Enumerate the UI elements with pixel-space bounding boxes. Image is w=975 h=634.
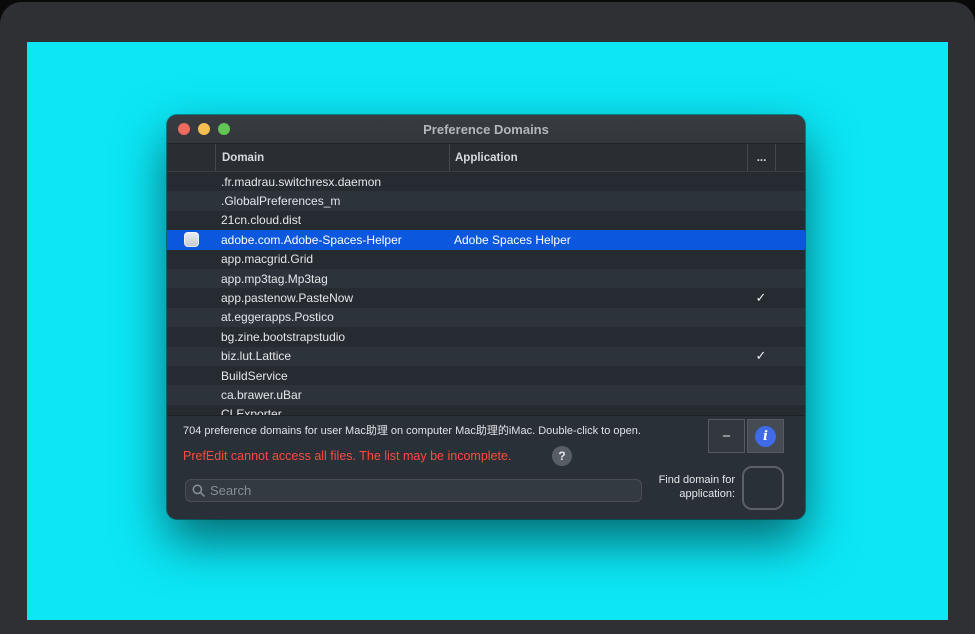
row-icon-cell [167, 407, 215, 415]
table-row[interactable]: bg.zine.bootstrapstudio [167, 327, 805, 346]
info-icon: i [755, 426, 776, 447]
domain-cell: app.pastenow.PasteNow [215, 291, 449, 305]
domain-cell: ca.brawer.uBar [215, 388, 449, 402]
row-icon-cell [167, 291, 215, 306]
domain-cell: .fr.madrau.switchresx.daemon [215, 175, 449, 189]
window-title: Preference Domains [423, 122, 549, 137]
find-domain-label-line2: application: [639, 487, 735, 501]
application-drop-well[interactable] [742, 466, 784, 510]
table-row[interactable]: ca.brawer.uBar [167, 385, 805, 404]
screen: Preference Domains Domain Application ..… [0, 0, 975, 634]
find-domain-label-line1: Find domain for [639, 473, 735, 487]
zoom-button[interactable] [218, 123, 230, 135]
checkmark-icon: ✓ [747, 290, 775, 306]
row-icon-cell [167, 174, 215, 189]
table-row[interactable]: adobe.com.Adobe-Spaces-Helper Adobe Spac… [167, 230, 805, 249]
help-button[interactable]: ? [552, 446, 572, 466]
row-icon-cell [167, 329, 215, 344]
table-row[interactable]: app.macgrid.Grid [167, 250, 805, 269]
table-row[interactable]: app.mp3tag.Mp3tag [167, 269, 805, 288]
bottom-panel: 704 preference domains for user Mac助理 on… [167, 415, 805, 519]
table-row[interactable]: CLExporter [167, 405, 805, 415]
table-row[interactable]: biz.lut.Lattice ✓ [167, 347, 805, 366]
row-icon-cell [167, 271, 215, 286]
status-text: 704 preference domains for user Mac助理 on… [183, 422, 641, 438]
row-icon-cell [167, 368, 215, 383]
row-icon-cell [167, 349, 215, 364]
column-header-application[interactable]: Application [449, 144, 747, 171]
table-row[interactable]: 21cn.cloud.dist [167, 211, 805, 230]
domain-cell: at.eggerapps.Postico [215, 310, 449, 324]
row-icon-cell [167, 213, 215, 228]
minimize-button[interactable] [198, 123, 210, 135]
close-button[interactable] [178, 123, 190, 135]
domain-cell: adobe.com.Adobe-Spaces-Helper [215, 233, 449, 247]
row-icon-cell [167, 310, 215, 325]
remove-button[interactable]: − [708, 419, 745, 453]
minus-icon: − [722, 429, 731, 444]
domain-list: .fr.madrau.switchresx.daemon .GlobalPref… [167, 172, 805, 415]
domain-cell: biz.lut.Lattice [215, 349, 449, 363]
column-header-end [775, 144, 805, 171]
domain-cell: CLExporter [215, 407, 449, 415]
row-icon-cell [167, 194, 215, 209]
error-message: PrefEdit cannot access all files. The li… [183, 449, 511, 463]
domain-cell: BuildService [215, 369, 449, 383]
segmented-buttons: − i [708, 419, 784, 453]
table-row[interactable]: .GlobalPreferences_m [167, 191, 805, 210]
column-header-more[interactable]: ... [747, 144, 775, 171]
table-row[interactable]: app.pastenow.PasteNow ✓ [167, 288, 805, 307]
table-row[interactable]: BuildService [167, 366, 805, 385]
table-header: Domain Application ... [167, 144, 805, 172]
table-row[interactable]: .fr.madrau.switchresx.daemon [167, 172, 805, 191]
title-bar[interactable]: Preference Domains [167, 115, 805, 144]
traffic-lights [178, 123, 230, 135]
table-row[interactable]: at.eggerapps.Postico [167, 308, 805, 327]
checkmark-icon: ✓ [747, 348, 775, 364]
column-header-domain[interactable]: Domain [215, 144, 449, 171]
search-input[interactable] [210, 483, 635, 498]
info-button[interactable]: i [747, 419, 784, 453]
domain-cell: .GlobalPreferences_m [215, 194, 449, 208]
question-mark-icon: ? [558, 449, 565, 463]
domain-cell: app.macgrid.Grid [215, 252, 449, 266]
domain-cell: app.mp3tag.Mp3tag [215, 272, 449, 286]
row-icon-cell [167, 232, 215, 247]
row-icon-cell [167, 252, 215, 267]
domain-cell: 21cn.cloud.dist [215, 213, 449, 227]
generic-app-icon [184, 232, 199, 247]
find-domain-label: Find domain for application: [639, 473, 735, 501]
application-cell: Adobe Spaces Helper [449, 233, 747, 247]
search-field-container [185, 479, 642, 502]
column-header-icon[interactable] [167, 144, 215, 171]
row-icon-cell [167, 387, 215, 402]
search-icon [192, 484, 205, 497]
preference-domains-window: Preference Domains Domain Application ..… [167, 115, 805, 519]
domain-cell: bg.zine.bootstrapstudio [215, 330, 449, 344]
